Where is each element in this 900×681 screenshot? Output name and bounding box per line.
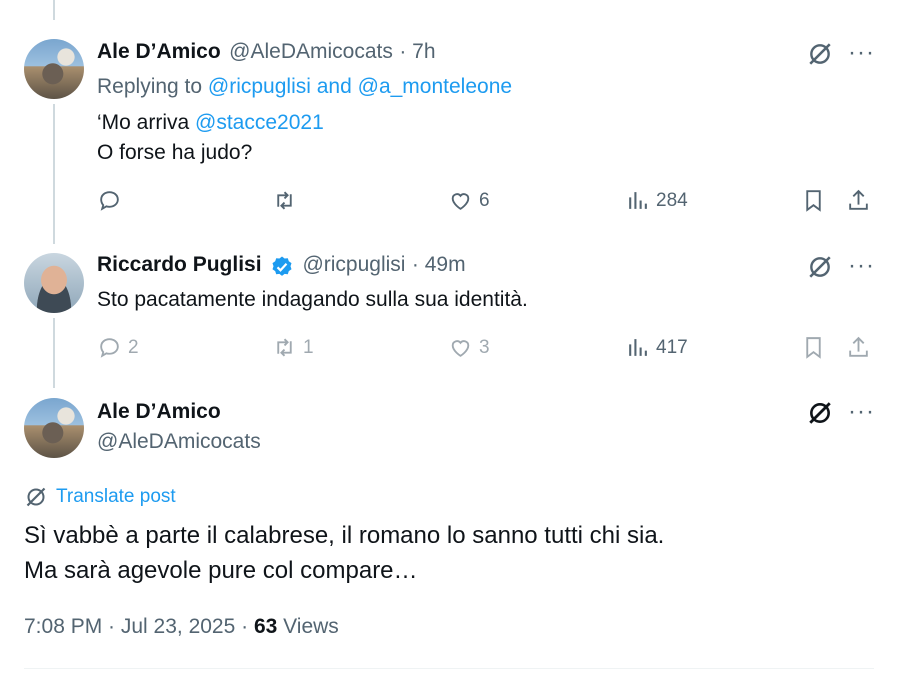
reply-button[interactable]: [97, 188, 122, 213]
like-count: 6: [479, 189, 490, 211]
replying-to-line: Replying to @ricpuglisi and @a_monteleon…: [97, 75, 512, 99]
post-time[interactable]: · 7h: [399, 40, 435, 63]
divider: [24, 668, 874, 669]
more-dots-icon[interactable]: ···: [848, 400, 875, 424]
replying-prefix: Replying to: [97, 75, 203, 98]
avatar-ale-reply[interactable]: [24, 39, 84, 99]
views-button[interactable]: 284: [625, 188, 688, 213]
repost-icon: [277, 338, 292, 357]
views-icon: [629, 339, 647, 356]
avatar-ale-main[interactable]: [24, 398, 84, 458]
grok-icon: [26, 487, 46, 507]
mention-link[interactable]: @stacce2021: [195, 111, 324, 134]
thread-line-1: [53, 104, 55, 244]
heart-icon: [451, 193, 470, 210]
like-button[interactable]: 6: [448, 188, 490, 213]
grok-icon[interactable]: [807, 41, 833, 67]
main-post-text: Sì vabbè a parte il calabrese, il romano…: [24, 518, 664, 588]
view-count: 284: [656, 189, 688, 211]
reply1-line1-prefix: ‘Mo arriva: [97, 111, 196, 134]
reply-icon: [100, 338, 119, 358]
main-author-handle[interactable]: @AleDAmicocats: [97, 430, 261, 454]
views-label: Views: [283, 615, 339, 638]
reply-count: 2: [128, 336, 139, 358]
verified-badge-icon[interactable]: [270, 255, 294, 279]
reply-button[interactable]: 2: [97, 335, 139, 360]
avatar-riccardo[interactable]: [24, 253, 84, 313]
grok-icon[interactable]: [807, 400, 833, 426]
author-name[interactable]: Ale D’Amico: [97, 40, 221, 63]
reply2-text: Sto pacatamente indagando sulla sua iden…: [97, 288, 528, 311]
author-handle[interactable]: @ricpuglisi: [302, 253, 405, 276]
share-button[interactable]: [846, 335, 871, 360]
reply1-line2: O forse ha judo?: [97, 141, 253, 164]
replying-to-links[interactable]: @ricpuglisi and @a_monteleone: [208, 75, 512, 98]
main-author-name[interactable]: Ale D’Amico: [97, 400, 221, 424]
heart-icon: [451, 340, 470, 357]
reply1-header: Ale D’Amico @AleDAmicocats · 7h: [97, 40, 436, 64]
share-icon: [849, 189, 868, 210]
like-count: 3: [479, 336, 490, 358]
main-line1: Sì vabbè a parte il calabrese, il romano…: [24, 522, 665, 549]
repost-button[interactable]: 1: [272, 335, 314, 360]
share-icon: [849, 336, 868, 357]
post-timestamp[interactable]: 7:08 PM · Jul 23, 2025 ·: [24, 615, 248, 638]
view-count: 417: [656, 336, 688, 358]
bookmark-icon-partial: [808, 0, 828, 4]
bookmark-button[interactable]: [801, 335, 826, 360]
reply-icon: [100, 191, 119, 211]
more-dots-icon[interactable]: ···: [848, 254, 875, 278]
translate-post-link[interactable]: Translate post: [24, 485, 176, 509]
thread-line-top: [53, 0, 55, 20]
reply2-header: Riccardo Puglisi @ricpuglisi · 49m: [97, 253, 466, 279]
grok-icon[interactable]: [807, 254, 833, 280]
repost-count: 1: [303, 336, 314, 358]
reply1-text: ‘Mo arriva @stacce2021 O forse ha judo?: [97, 108, 324, 168]
views-button[interactable]: 417: [625, 335, 688, 360]
partial-action-row: [808, 0, 852, 7]
thread-line-2: [53, 318, 55, 388]
share-icon-partial: [832, 0, 852, 4]
author-handle[interactable]: @AleDAmicocats: [229, 40, 393, 63]
repost-icon: [277, 191, 292, 210]
post-meta: 7:08 PM · Jul 23, 2025 · 63 Views: [24, 615, 339, 639]
more-dots-icon[interactable]: ···: [848, 41, 875, 65]
bookmark-button[interactable]: [801, 188, 826, 213]
repost-button[interactable]: [272, 188, 297, 213]
bookmark-icon: [806, 190, 821, 212]
translate-label: Translate post: [56, 486, 176, 507]
share-button[interactable]: [846, 188, 871, 213]
author-name[interactable]: Riccardo Puglisi: [97, 253, 262, 276]
views-icon: [629, 192, 647, 209]
bookmark-icon: [806, 337, 821, 359]
main-line2: Ma sarà agevole pure col compare…: [24, 557, 418, 584]
post-time[interactable]: · 49m: [412, 253, 466, 276]
views-count: 63: [253, 615, 278, 638]
like-button[interactable]: 3: [448, 335, 490, 360]
